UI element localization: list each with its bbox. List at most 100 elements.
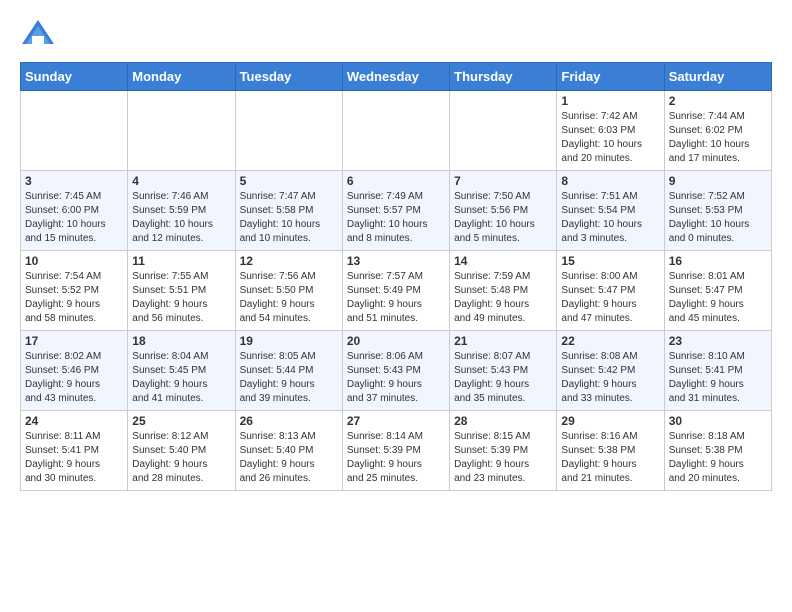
calendar-table: SundayMondayTuesdayWednesdayThursdayFrid… bbox=[20, 62, 772, 491]
day-number-25: 25 bbox=[132, 414, 230, 428]
day-cell-25: 25 Sunrise: 8:12 AM Sunset: 5:40 PM Dayli… bbox=[128, 411, 235, 491]
empty-cell bbox=[342, 91, 449, 171]
day-number-30: 30 bbox=[669, 414, 767, 428]
day-number-5: 5 bbox=[240, 174, 338, 188]
weekday-header-monday: Monday bbox=[128, 63, 235, 91]
day-number-23: 23 bbox=[669, 334, 767, 348]
empty-cell bbox=[235, 91, 342, 171]
empty-cell bbox=[128, 91, 235, 171]
day-cell-19: 19 Sunrise: 8:05 AM Sunset: 5:44 PM Dayli… bbox=[235, 331, 342, 411]
day-cell-20: 20 Sunrise: 8:06 AM Sunset: 5:43 PM Dayli… bbox=[342, 331, 449, 411]
day-info-28: Sunrise: 8:15 AM Sunset: 5:39 PM Dayligh… bbox=[454, 430, 552, 486]
day-info-8: Sunrise: 7:51 AM Sunset: 5:54 PM Dayligh… bbox=[561, 190, 659, 246]
day-number-24: 24 bbox=[25, 414, 123, 428]
day-info-19: Sunrise: 8:05 AM Sunset: 5:44 PM Dayligh… bbox=[240, 350, 338, 406]
day-number-11: 11 bbox=[132, 254, 230, 268]
day-info-9: Sunrise: 7:52 AM Sunset: 5:53 PM Dayligh… bbox=[669, 190, 767, 246]
day-number-2: 2 bbox=[669, 94, 767, 108]
day-number-10: 10 bbox=[25, 254, 123, 268]
day-number-7: 7 bbox=[454, 174, 552, 188]
empty-cell bbox=[21, 91, 128, 171]
day-cell-27: 27 Sunrise: 8:14 AM Sunset: 5:39 PM Dayli… bbox=[342, 411, 449, 491]
day-number-22: 22 bbox=[561, 334, 659, 348]
week-row-3: 17 Sunrise: 8:02 AM Sunset: 5:46 PM Dayli… bbox=[21, 331, 772, 411]
day-cell-26: 26Sunrise: 8:13 AM Sunset: 5:40 PM Dayli… bbox=[235, 411, 342, 491]
day-cell-2: 2 Sunrise: 7:44 AM Sunset: 6:02 PM Daylig… bbox=[664, 91, 771, 171]
day-info-2: Sunrise: 7:44 AM Sunset: 6:02 PM Dayligh… bbox=[669, 110, 767, 166]
day-info-27: Sunrise: 8:14 AM Sunset: 5:39 PM Dayligh… bbox=[347, 430, 445, 486]
day-info-22: Sunrise: 8:08 AM Sunset: 5:42 PM Dayligh… bbox=[561, 350, 659, 406]
day-info-7: Sunrise: 7:50 AM Sunset: 5:56 PM Dayligh… bbox=[454, 190, 552, 246]
day-info-5: Sunrise: 7:47 AM Sunset: 5:58 PM Dayligh… bbox=[240, 190, 338, 246]
day-info-6: Sunrise: 7:49 AM Sunset: 5:57 PM Dayligh… bbox=[347, 190, 445, 246]
day-number-16: 16 bbox=[669, 254, 767, 268]
day-info-1: Sunrise: 7:42 AM Sunset: 6:03 PM Dayligh… bbox=[561, 110, 659, 166]
day-info-3: Sunrise: 7:45 AM Sunset: 6:00 PM Dayligh… bbox=[25, 190, 123, 246]
week-row-2: 10 Sunrise: 7:54 AM Sunset: 5:52 PM Dayli… bbox=[21, 251, 772, 331]
day-info-14: Sunrise: 7:59 AM Sunset: 5:48 PM Dayligh… bbox=[454, 270, 552, 326]
weekday-header-friday: Friday bbox=[557, 63, 664, 91]
header bbox=[20, 16, 772, 52]
day-number-18: 18 bbox=[132, 334, 230, 348]
day-cell-22: 22 Sunrise: 8:08 AM Sunset: 5:42 PM Dayli… bbox=[557, 331, 664, 411]
day-number-1: 1 bbox=[561, 94, 659, 108]
day-info-24: Sunrise: 8:11 AM Sunset: 5:41 PM Dayligh… bbox=[25, 430, 123, 486]
day-number-4: 4 bbox=[132, 174, 230, 188]
day-cell-8: 8 Sunrise: 7:51 AM Sunset: 5:54 PM Daylig… bbox=[557, 171, 664, 251]
day-info-16: Sunrise: 8:01 AM Sunset: 5:47 PM Dayligh… bbox=[669, 270, 767, 326]
day-cell-29: 29Sunrise: 8:16 AM Sunset: 5:38 PM Dayli… bbox=[557, 411, 664, 491]
day-number-21: 21 bbox=[454, 334, 552, 348]
day-info-23: Sunrise: 8:10 AM Sunset: 5:41 PM Dayligh… bbox=[669, 350, 767, 406]
day-cell-21: 21 Sunrise: 8:07 AM Sunset: 5:43 PM Dayli… bbox=[450, 331, 557, 411]
day-cell-11: 11Sunrise: 7:55 AM Sunset: 5:51 PM Dayli… bbox=[128, 251, 235, 331]
day-number-20: 20 bbox=[347, 334, 445, 348]
day-number-17: 17 bbox=[25, 334, 123, 348]
day-cell-9: 9 Sunrise: 7:52 AM Sunset: 5:53 PM Daylig… bbox=[664, 171, 771, 251]
day-cell-23: 23 Sunrise: 8:10 AM Sunset: 5:41 PM Dayli… bbox=[664, 331, 771, 411]
day-info-13: Sunrise: 7:57 AM Sunset: 5:49 PM Dayligh… bbox=[347, 270, 445, 326]
day-info-26: Sunrise: 8:13 AM Sunset: 5:40 PM Dayligh… bbox=[240, 430, 338, 486]
day-number-15: 15 bbox=[561, 254, 659, 268]
day-number-29: 29 bbox=[561, 414, 659, 428]
day-cell-4: 4 Sunrise: 7:46 AM Sunset: 5:59 PM Daylig… bbox=[128, 171, 235, 251]
logo-icon bbox=[20, 16, 56, 52]
day-number-13: 13 bbox=[347, 254, 445, 268]
day-number-19: 19 bbox=[240, 334, 338, 348]
day-cell-12: 12 Sunrise: 7:56 AM Sunset: 5:50 PM Dayli… bbox=[235, 251, 342, 331]
day-info-15: Sunrise: 8:00 AM Sunset: 5:47 PM Dayligh… bbox=[561, 270, 659, 326]
day-info-25: Sunrise: 8:12 AM Sunset: 5:40 PM Dayligh… bbox=[132, 430, 230, 486]
day-number-12: 12 bbox=[240, 254, 338, 268]
day-cell-15: 15 Sunrise: 8:00 AM Sunset: 5:47 PM Dayli… bbox=[557, 251, 664, 331]
day-cell-1: 1 Sunrise: 7:42 AM Sunset: 6:03 PM Daylig… bbox=[557, 91, 664, 171]
day-info-18: Sunrise: 8:04 AM Sunset: 5:45 PM Dayligh… bbox=[132, 350, 230, 406]
day-cell-5: 5 Sunrise: 7:47 AM Sunset: 5:58 PM Daylig… bbox=[235, 171, 342, 251]
day-number-14: 14 bbox=[454, 254, 552, 268]
weekday-header-thursday: Thursday bbox=[450, 63, 557, 91]
day-cell-7: 7 Sunrise: 7:50 AM Sunset: 5:56 PM Daylig… bbox=[450, 171, 557, 251]
day-info-20: Sunrise: 8:06 AM Sunset: 5:43 PM Dayligh… bbox=[347, 350, 445, 406]
day-number-3: 3 bbox=[25, 174, 123, 188]
day-cell-16: 16 Sunrise: 8:01 AM Sunset: 5:47 PM Dayli… bbox=[664, 251, 771, 331]
week-row-0: 1 Sunrise: 7:42 AM Sunset: 6:03 PM Daylig… bbox=[21, 91, 772, 171]
day-number-6: 6 bbox=[347, 174, 445, 188]
day-info-12: Sunrise: 7:56 AM Sunset: 5:50 PM Dayligh… bbox=[240, 270, 338, 326]
week-row-4: 24 Sunrise: 8:11 AM Sunset: 5:41 PM Dayli… bbox=[21, 411, 772, 491]
day-cell-18: 18 Sunrise: 8:04 AM Sunset: 5:45 PM Dayli… bbox=[128, 331, 235, 411]
day-info-10: Sunrise: 7:54 AM Sunset: 5:52 PM Dayligh… bbox=[25, 270, 123, 326]
day-number-9: 9 bbox=[669, 174, 767, 188]
day-info-21: Sunrise: 8:07 AM Sunset: 5:43 PM Dayligh… bbox=[454, 350, 552, 406]
day-cell-28: 28Sunrise: 8:15 AM Sunset: 5:39 PM Dayli… bbox=[450, 411, 557, 491]
weekday-header-sunday: Sunday bbox=[21, 63, 128, 91]
day-number-8: 8 bbox=[561, 174, 659, 188]
day-cell-10: 10 Sunrise: 7:54 AM Sunset: 5:52 PM Dayli… bbox=[21, 251, 128, 331]
day-info-4: Sunrise: 7:46 AM Sunset: 5:59 PM Dayligh… bbox=[132, 190, 230, 246]
day-info-30: Sunrise: 8:18 AM Sunset: 5:38 PM Dayligh… bbox=[669, 430, 767, 486]
logo bbox=[20, 16, 60, 52]
weekday-header-saturday: Saturday bbox=[664, 63, 771, 91]
day-cell-24: 24 Sunrise: 8:11 AM Sunset: 5:41 PM Dayli… bbox=[21, 411, 128, 491]
day-info-17: Sunrise: 8:02 AM Sunset: 5:46 PM Dayligh… bbox=[25, 350, 123, 406]
empty-cell bbox=[450, 91, 557, 171]
day-cell-3: 3 Sunrise: 7:45 AM Sunset: 6:00 PM Daylig… bbox=[21, 171, 128, 251]
weekday-header-wednesday: Wednesday bbox=[342, 63, 449, 91]
day-number-27: 27 bbox=[347, 414, 445, 428]
